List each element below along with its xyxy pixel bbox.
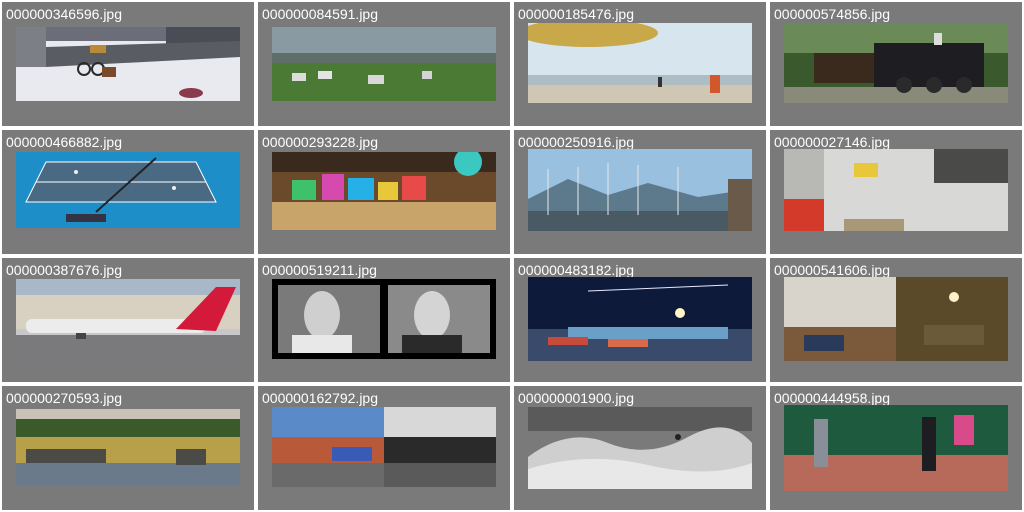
filename-label: 000000541606.jpg [774,262,891,278]
filename-label: 000000574856.jpg [774,6,891,22]
grid-cell[interactable]: 000000027146.jpg [770,130,1022,254]
grid-cell[interactable]: 000000293228.jpg [258,130,510,254]
thumbnail-image[interactable] [784,23,1008,103]
thumbnail-image[interactable] [272,407,496,487]
thumbnail-image[interactable] [272,27,496,101]
thumbnail-image[interactable] [16,279,240,359]
filename-label: 000000270593.jpg [6,390,123,406]
filename-label: 000000162792.jpg [262,390,379,406]
grid-cell[interactable]: 000000084591.jpg [258,2,510,126]
thumbnail-image[interactable] [528,407,752,489]
grid-cell[interactable]: 000000250916.jpg [514,130,766,254]
filename-label: 000000444958.jpg [774,390,891,406]
filename-label: 000000387676.jpg [6,262,123,278]
thumbnail-image[interactable] [16,27,240,101]
grid-cell[interactable]: 000000519211.jpg [258,258,510,382]
grid-cell[interactable]: 000000466882.jpg [2,130,254,254]
thumbnail-image[interactable] [528,23,752,103]
thumbnail-image[interactable] [528,277,752,361]
grid-cell[interactable]: 000000162792.jpg [258,386,510,510]
grid-cell[interactable]: 000000444958.jpg [770,386,1022,510]
thumbnail-image[interactable] [16,409,240,485]
grid-cell[interactable]: 000000574856.jpg [770,2,1022,126]
grid-cell[interactable]: 000000483182.jpg [514,258,766,382]
thumbnail-image[interactable] [784,277,1008,361]
grid-cell[interactable]: 000000185476.jpg [514,2,766,126]
image-grid: 000000346596.jpg 000000084591.jpg 000000… [0,0,1024,512]
filename-label: 000000185476.jpg [518,6,635,22]
filename-label: 000000519211.jpg [262,262,377,278]
filename-label: 000000084591.jpg [262,6,379,22]
thumbnail-image[interactable] [784,405,1008,491]
grid-cell[interactable]: 000000001900.jpg [514,386,766,510]
filename-label: 000000027146.jpg [774,134,891,150]
thumbnail-image[interactable] [272,279,496,359]
thumbnail-image[interactable] [528,149,752,231]
grid-cell[interactable]: 000000346596.jpg [2,2,254,126]
thumbnail-image[interactable] [272,152,496,230]
filename-label: 000000483182.jpg [518,262,635,278]
filename-label: 000000346596.jpg [6,6,123,22]
filename-label: 000000466882.jpg [6,134,123,150]
filename-label: 000000250916.jpg [518,134,635,150]
filename-label: 000000293228.jpg [262,134,379,150]
grid-cell[interactable]: 000000270593.jpg [2,386,254,510]
thumbnail-image[interactable] [16,152,240,228]
grid-cell[interactable]: 000000387676.jpg [2,258,254,382]
thumbnail-image[interactable] [784,149,1008,231]
filename-label: 000000001900.jpg [518,390,635,406]
grid-cell[interactable]: 000000541606.jpg [770,258,1022,382]
